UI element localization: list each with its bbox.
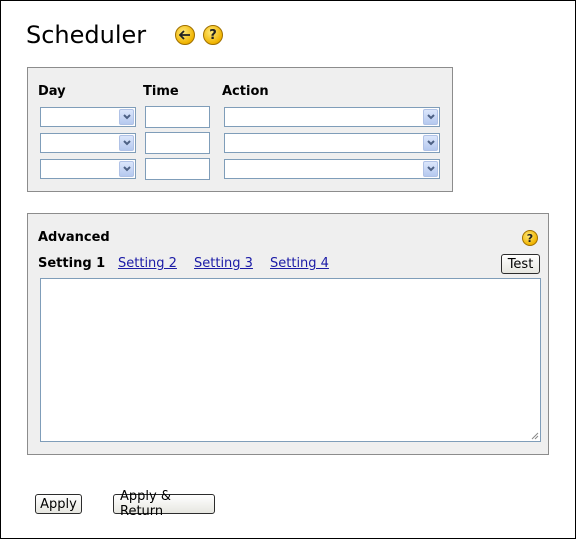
help-icon[interactable]: ? bbox=[203, 25, 223, 45]
resize-grip-icon[interactable] bbox=[531, 432, 539, 440]
chevron-down-icon bbox=[119, 109, 134, 125]
time-input-1[interactable] bbox=[145, 106, 210, 128]
advanced-title: Advanced bbox=[38, 230, 110, 245]
action-select-3[interactable] bbox=[224, 159, 440, 179]
tab-setting-4[interactable]: Setting 4 bbox=[270, 256, 329, 271]
action-select-1[interactable] bbox=[224, 107, 440, 127]
advanced-help-icon[interactable]: ? bbox=[522, 230, 538, 246]
time-input-2[interactable] bbox=[145, 132, 210, 154]
time-input-3[interactable] bbox=[145, 158, 210, 180]
action-header: Action bbox=[222, 84, 269, 99]
arrow-left-icon bbox=[179, 30, 190, 40]
chevron-down-icon bbox=[423, 109, 438, 125]
chevron-down-icon bbox=[119, 135, 134, 151]
apply-return-button[interactable]: Apply & Return bbox=[113, 489, 215, 519]
apply-button[interactable]: Apply bbox=[35, 494, 82, 514]
back-arrow-icon[interactable] bbox=[175, 25, 195, 45]
day-select-2[interactable] bbox=[40, 133, 136, 153]
action-select-2[interactable] bbox=[224, 133, 440, 153]
settings-textarea[interactable] bbox=[40, 278, 541, 442]
page-title: Scheduler bbox=[26, 21, 147, 49]
tab-setting-3[interactable]: Setting 3 bbox=[194, 256, 253, 271]
chevron-down-icon bbox=[119, 161, 134, 177]
tab-setting-2[interactable]: Setting 2 bbox=[118, 256, 177, 271]
tab-setting-1[interactable]: Setting 1 bbox=[38, 256, 105, 271]
chevron-down-icon bbox=[423, 161, 438, 177]
time-header: Time bbox=[143, 84, 179, 99]
test-button[interactable]: Test bbox=[501, 254, 540, 274]
day-header: Day bbox=[38, 84, 66, 99]
day-select-1[interactable] bbox=[40, 107, 136, 127]
day-select-3[interactable] bbox=[40, 159, 136, 179]
chevron-down-icon bbox=[423, 135, 438, 151]
